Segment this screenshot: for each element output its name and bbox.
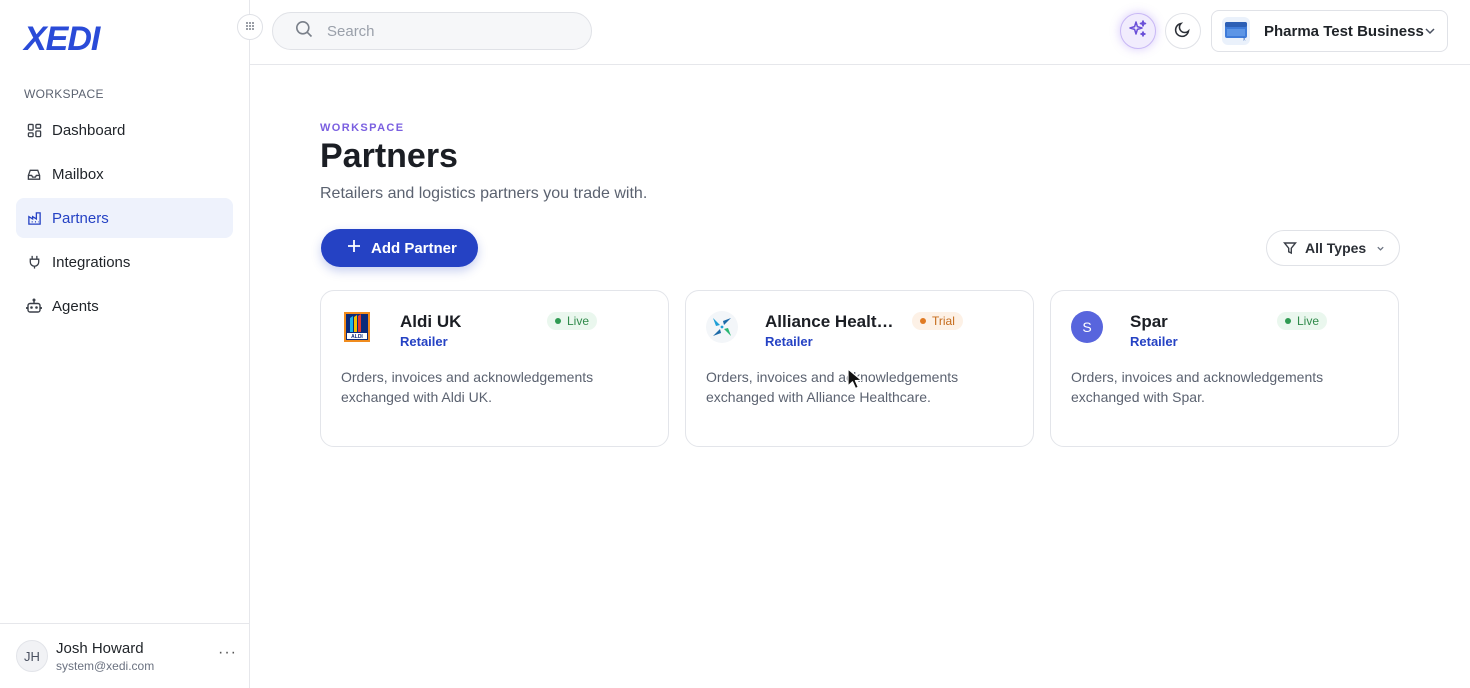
status-badge: Live — [547, 312, 598, 330]
avatar[interactable]: JH — [16, 640, 48, 672]
partner-description: Orders, invoices and acknowledgements ex… — [1071, 369, 1324, 405]
sidebar-item-label: Integrations — [52, 253, 131, 271]
inbox-icon — [26, 166, 42, 182]
chevron-down-icon — [1423, 24, 1437, 43]
filter-icon — [1283, 241, 1297, 255]
top-header: x Pharma Test Business — [250, 0, 1470, 65]
xedi-logo[interactable]: XEDI — [24, 20, 100, 59]
more-options-button[interactable]: ··· — [218, 644, 237, 662]
type-filter-dropdown[interactable]: All Types — [1266, 230, 1400, 266]
status-dot-icon — [920, 318, 926, 324]
chevron-down-icon — [1376, 244, 1385, 253]
search-icon — [295, 20, 313, 43]
partner-type: Retailer — [400, 334, 448, 349]
moon-icon — [1174, 20, 1192, 43]
sidebar-item-dashboard[interactable]: Dashboard — [16, 110, 233, 150]
partner-name: Aldi UK — [400, 312, 462, 331]
theme-toggle-button[interactable] — [1165, 13, 1201, 49]
status-label: Live — [1297, 314, 1320, 328]
page-eyebrow: WORKSPACE — [320, 122, 405, 134]
sidebar-item-label: Dashboard — [52, 121, 126, 139]
app-root: XEDI WORKSPACE Dashboard Mailbox Partner… — [0, 0, 1470, 688]
partner-description: Orders, invoices and acknowledgements ex… — [341, 369, 594, 405]
sidebar-nav: Dashboard Mailbox Partners Integrations — [16, 110, 233, 330]
partners-icon — [26, 210, 42, 226]
sidebar-item-mailbox[interactable]: Mailbox — [16, 154, 233, 194]
sidebar-item-label: Partners — [52, 209, 109, 227]
status-dot-icon — [1285, 318, 1291, 324]
sidebar-item-agents[interactable]: Agents — [16, 286, 233, 326]
sidebar: XEDI WORKSPACE Dashboard Mailbox Partner… — [0, 0, 250, 688]
status-dot-icon — [555, 318, 561, 324]
partner-card-spar[interactable]: S Spar Retailer Live Orders, invoices an… — [1050, 290, 1399, 447]
status-badge: Trial — [912, 312, 963, 330]
partner-type: Retailer — [765, 334, 813, 349]
partner-initial-avatar: S — [1071, 311, 1103, 343]
aldi-logo-icon: ALDI — [341, 311, 373, 343]
user-name: Josh Howard — [56, 640, 144, 657]
partner-name: Spar — [1130, 312, 1168, 331]
svg-text:ALDI: ALDI — [351, 334, 363, 340]
plug-icon — [26, 254, 42, 270]
user-email: system@xedi.com — [56, 659, 155, 673]
filter-label: All Types — [1305, 240, 1367, 256]
status-label: Trial — [932, 314, 955, 328]
partner-description: Orders, invoices and acknowledgements ex… — [706, 369, 959, 405]
sparkles-icon — [1128, 19, 1148, 44]
sidebar-item-partners[interactable]: Partners — [16, 198, 233, 238]
partner-type: Retailer — [1130, 334, 1178, 349]
sidebar-item-label: Mailbox — [52, 165, 104, 183]
sidebar-item-integrations[interactable]: Integrations — [16, 242, 233, 282]
grip-icon — [245, 18, 255, 36]
ai-assistant-button[interactable] — [1120, 13, 1156, 49]
status-badge: Live — [1277, 312, 1328, 330]
page-subtitle: Retailers and logistics partners you tra… — [320, 185, 648, 202]
sidebar-item-label: Agents — [52, 297, 99, 315]
sidebar-collapse-button[interactable] — [237, 14, 263, 40]
search-input[interactable] — [327, 22, 567, 40]
mouse-cursor-icon — [846, 368, 864, 395]
search-bar[interactable] — [272, 12, 592, 50]
dashboard-icon — [26, 122, 42, 138]
page-title: Partners — [320, 137, 458, 175]
bot-icon — [26, 298, 42, 314]
sidebar-section-label: WORKSPACE — [24, 87, 104, 101]
user-profile[interactable]: JH Josh Howard system@xedi.com ··· — [0, 623, 250, 688]
business-name: Pharma Test Business — [1264, 22, 1424, 40]
business-logo-icon: x — [1222, 17, 1250, 45]
partner-card-aldi-uk[interactable]: ALDI Aldi UK Retailer Live Orders, invoi… — [320, 290, 669, 447]
status-label: Live — [567, 314, 590, 328]
alliance-logo-icon — [706, 311, 738, 343]
add-partner-button[interactable]: Add Partner — [321, 229, 478, 267]
partner-name: Alliance Healthcare — [765, 312, 895, 331]
business-switcher[interactable]: x Pharma Test Business — [1211, 10, 1448, 52]
plus-icon — [347, 236, 361, 259]
add-partner-label: Add Partner — [371, 239, 457, 257]
